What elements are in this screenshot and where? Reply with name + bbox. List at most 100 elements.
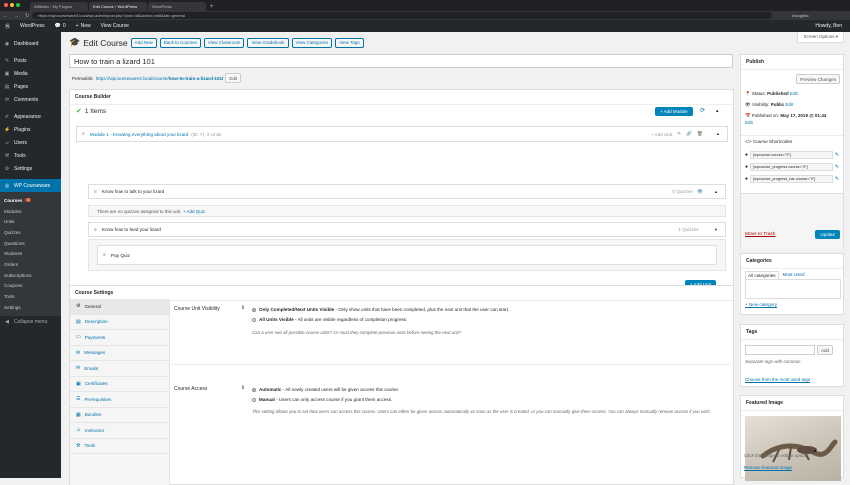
- add-quiz-link[interactable]: + Add Quiz: [183, 209, 205, 214]
- sidebar-item-posts[interactable]: ✎ Posts: [0, 54, 61, 67]
- sidebar-item-users[interactable]: ☺ Users: [0, 136, 61, 149]
- sidebar-item-appearance[interactable]: ✐ Appearance: [0, 110, 61, 123]
- unit-toggle-icon[interactable]: ▴: [715, 189, 717, 195]
- drag-handle-icon[interactable]: ≡: [98, 252, 111, 258]
- unit-row[interactable]: ≡ Know how to feed your lizard 1 Quizzes…: [88, 222, 726, 237]
- submenu-subscriptions[interactable]: Subscriptions: [0, 270, 61, 281]
- new-category-link[interactable]: + New category: [745, 302, 777, 307]
- drag-handle-icon[interactable]: ≡: [77, 131, 90, 137]
- edit-icon[interactable]: ✎: [835, 152, 839, 158]
- quiz-row[interactable]: ≡ Pop Quiz: [97, 245, 717, 265]
- permalink-edit-button[interactable]: Edit: [225, 73, 242, 83]
- back-to-courses-button[interactable]: Back to Courses: [159, 37, 201, 48]
- trash-icon[interactable]: 🗑: [697, 131, 703, 137]
- quiz-title[interactable]: Pop Quiz: [111, 253, 130, 258]
- tab-most-used[interactable]: Most Used: [779, 271, 809, 279]
- permalink-link[interactable]: https://wpcourseware3.local/course/how-t…: [96, 76, 224, 81]
- window-controls[interactable]: [4, 3, 20, 7]
- submenu-students[interactable]: Students: [0, 248, 61, 259]
- sidebar-item-settings[interactable]: ⚙ Settings: [0, 162, 61, 175]
- radio-selected[interactable]: [252, 387, 256, 392]
- sidebar-item-plugins[interactable]: ⚡ Plugins: [0, 123, 61, 136]
- tab-general[interactable]: ⚙ General: [70, 299, 169, 315]
- tab-tools[interactable]: ⚒ Tools: [70, 439, 169, 454]
- link-icon[interactable]: 🔗: [686, 131, 692, 137]
- tab-all-categories[interactable]: All categories: [745, 271, 779, 279]
- forward-icon[interactable]: →: [11, 13, 22, 19]
- visibility-edit-link[interactable]: Edit: [785, 102, 793, 107]
- refresh-icon[interactable]: ⟳: [700, 107, 705, 114]
- view-gradebook-button[interactable]: View Gradebook: [247, 37, 289, 48]
- info-icon[interactable]: ℹ: [242, 385, 244, 391]
- admin-bar-new[interactable]: + New: [71, 23, 96, 29]
- submenu-modules[interactable]: Modules: [0, 206, 61, 217]
- move-to-trash-link[interactable]: Move to Trash: [745, 232, 775, 237]
- tab-payments[interactable]: ▭ Payments: [70, 330, 169, 346]
- admin-bar-comments[interactable]: 💬 0: [50, 23, 71, 29]
- tab-bundles[interactable]: ▦ Bundles: [70, 408, 169, 423]
- submenu-settings[interactable]: Settings: [0, 302, 61, 313]
- update-button[interactable]: Update: [815, 230, 840, 239]
- submenu-units[interactable]: Units: [0, 216, 61, 227]
- published-edit-link[interactable]: Edit: [745, 120, 753, 125]
- submenu-quizzes[interactable]: Quizzes: [0, 227, 61, 238]
- sidebar-item-wp-courseware[interactable]: ◎ WP Courseware: [0, 179, 61, 192]
- tab-description[interactable]: ▤ Description: [70, 315, 169, 330]
- add-tag-button[interactable]: Add: [817, 345, 834, 355]
- collapse-menu-button[interactable]: ◀ Collapse menu: [0, 316, 61, 329]
- view-tags-button[interactable]: View Tags: [335, 37, 364, 48]
- visibility-option-all[interactable]: All Units Visible - All units are visibl…: [252, 315, 722, 325]
- address-bar[interactable]: https://wpcourseware3.local/wp-admin/pos…: [32, 12, 773, 19]
- submenu-coupons[interactable]: Coupons: [0, 281, 61, 292]
- shortcode-field[interactable]: [wpcourse_progress course="9"]: [750, 163, 833, 171]
- access-option-manual[interactable]: Manual - Users can only access course if…: [252, 395, 722, 405]
- module-row[interactable]: ≡ Module 1 - Knowing everything about yo…: [76, 126, 728, 142]
- shortcode-field[interactable]: [wpcourse course="9"]: [750, 151, 833, 159]
- view-categories-button[interactable]: View Categories: [291, 37, 333, 48]
- view-classroom-button[interactable]: View Classroom: [203, 37, 245, 48]
- back-icon[interactable]: ←: [0, 13, 11, 19]
- unit-toggle-icon[interactable]: ▾: [715, 227, 717, 233]
- radio[interactable]: [252, 317, 256, 322]
- module-add-unit-link[interactable]: + Add Unit: [651, 132, 672, 137]
- shortcode-field[interactable]: [wpcourse_progress_bar course="9"]: [750, 175, 833, 183]
- featured-image[interactable]: [745, 416, 841, 481]
- radio-selected[interactable]: [252, 307, 256, 312]
- admin-bar-view-course[interactable]: View Course: [96, 23, 134, 29]
- tab-emails[interactable]: ✉ Emails: [70, 361, 169, 377]
- sidebar-item-comments[interactable]: ✉ Comments: [0, 93, 61, 106]
- sidebar-item-dashboard[interactable]: ◉ Dashboard: [0, 37, 61, 50]
- unit-title[interactable]: Know how to talk to your lizard: [102, 189, 164, 194]
- collapse-all-icon[interactable]: ▴: [716, 108, 719, 114]
- sidebar-item-pages[interactable]: ▤ Pages: [0, 80, 61, 93]
- drag-handle-icon[interactable]: ≡: [89, 227, 102, 233]
- post-title-input[interactable]: How to train a lizard 101: [69, 54, 733, 68]
- unit-title[interactable]: Know how to feed your lizard: [102, 227, 161, 232]
- screen-options-button[interactable]: Screen Options ▾: [797, 32, 844, 43]
- edit-icon[interactable]: ✎: [677, 131, 681, 137]
- browser-tab[interactable]: WordPress: [148, 2, 206, 11]
- admin-bar-howdy[interactable]: Howdy, Ben: [810, 23, 850, 29]
- submenu-courses[interactable]: Courses 1: [0, 195, 61, 206]
- reload-icon[interactable]: ↻: [22, 13, 32, 19]
- submenu-questions[interactable]: Questions: [0, 238, 61, 249]
- tab-instructor[interactable]: ☺ Instructor: [70, 423, 169, 439]
- remove-featured-image-link[interactable]: Remove featured image: [744, 465, 792, 470]
- edit-icon[interactable]: ✎: [835, 164, 839, 170]
- module-toggle-icon[interactable]: ▴: [717, 131, 719, 137]
- drag-handle-icon[interactable]: ≡: [89, 189, 102, 195]
- access-option-automatic[interactable]: Automatic - All newly created users will…: [252, 385, 722, 395]
- choose-tags-link[interactable]: Choose from the most used tags: [745, 377, 810, 382]
- unit-row[interactable]: ≡ Know how to talk to your lizard 0 Quiz…: [88, 184, 726, 199]
- add-new-button[interactable]: Add New: [130, 37, 157, 48]
- tab-messages[interactable]: ✉ Messages: [70, 346, 169, 361]
- submenu-tools[interactable]: Tools: [0, 291, 61, 302]
- new-tab-button[interactable]: +: [207, 3, 217, 11]
- status-edit-link[interactable]: Edit: [790, 91, 798, 96]
- radio[interactable]: [252, 397, 256, 402]
- admin-bar-wordpress[interactable]: WordPress: [15, 23, 50, 29]
- wp-logo-icon[interactable]: Ⓦ: [0, 23, 15, 30]
- edit-icon[interactable]: ✎: [835, 176, 839, 182]
- info-icon[interactable]: ℹ: [242, 305, 244, 311]
- eye-icon[interactable]: 👁: [697, 189, 703, 195]
